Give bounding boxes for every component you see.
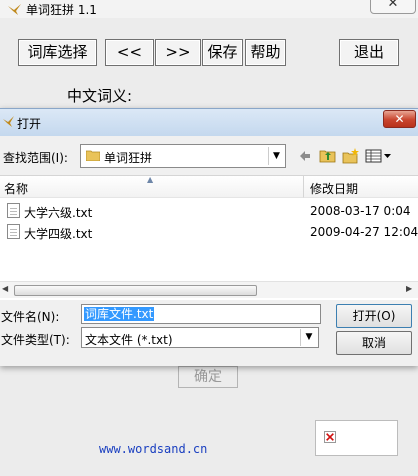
file-type-dropdown[interactable]: 文本文件 (*.txt) ▼	[81, 327, 319, 348]
scroll-right-icon[interactable]: ▶	[406, 284, 412, 293]
dialog-title-text: 打开	[17, 117, 42, 131]
column-name-label: 名称	[4, 182, 29, 196]
look-in-value: 单词狂拼	[104, 151, 153, 165]
chinese-meaning-label: 中文词义:	[67, 87, 133, 105]
save-button[interactable]: 保存	[202, 39, 243, 66]
file-name: 大学六级.txt	[24, 206, 93, 220]
look-in-label: 查找范围(I):	[3, 151, 68, 165]
scrollbar-thumb[interactable]	[14, 285, 257, 296]
broken-image-icon	[324, 431, 336, 443]
dialog-close-button[interactable]: ✕	[383, 110, 416, 128]
cancel-button[interactable]: 取消	[336, 331, 412, 355]
dialog-app-icon	[3, 116, 14, 127]
open-file-dialog: 打开 ✕ 查找范围(I): 单词狂拼 ▼ 名称 ▲ 修改日期 大学六级.txt …	[0, 108, 418, 366]
previous-button[interactable]: <<	[105, 39, 154, 66]
next-button[interactable]: >>	[155, 39, 201, 66]
app-logo-icon	[8, 4, 21, 15]
sort-ascending-icon: ▲	[147, 175, 154, 184]
file-row[interactable]: 大学六级.txt 2008-03-17 0:04	[0, 201, 418, 221]
file-modified: 2009-04-27 12:04	[310, 225, 418, 239]
open-button[interactable]: 打开(O)	[336, 304, 412, 328]
exit-button[interactable]: 退出	[339, 39, 399, 66]
file-row[interactable]: 大学四级.txt 2009-04-27 12:04	[0, 222, 418, 242]
view-menu-icon[interactable]	[364, 146, 394, 166]
file-name: 大学四级.txt	[24, 227, 93, 241]
file-name-input[interactable]: 词库文件.txt	[81, 304, 321, 324]
column-modified-label: 修改日期	[310, 182, 359, 196]
file-type-value: 文本文件 (*.txt)	[85, 333, 173, 347]
main-close-button[interactable]: ✕	[370, 0, 416, 14]
image-placeholder	[315, 420, 398, 456]
chevron-down-icon[interactable]: ▼	[300, 329, 317, 346]
library-select-button[interactable]: 词库选择	[18, 39, 97, 66]
dialog-title-bar: 打开 ✕	[0, 109, 418, 136]
chevron-down-icon[interactable]: ▼	[268, 147, 284, 165]
text-file-icon	[7, 224, 20, 239]
main-title-bar: 单词狂拼 1.1	[0, 0, 418, 18]
file-name-label: 文件名(N):	[1, 310, 60, 324]
up-folder-icon[interactable]	[318, 146, 338, 166]
text-file-icon	[7, 203, 20, 218]
horizontal-scrollbar[interactable]: ◀ ▶	[0, 281, 418, 298]
folder-icon	[86, 150, 100, 161]
confirm-button[interactable]: 确定	[178, 366, 238, 388]
file-name-value: 词库文件.txt	[84, 307, 155, 321]
file-type-label: 文件类型(T):	[1, 333, 70, 347]
column-header-modified[interactable]: 修改日期	[304, 176, 418, 198]
help-button[interactable]: 帮助	[245, 39, 286, 66]
file-modified: 2008-03-17 0:04	[310, 204, 411, 218]
new-folder-icon[interactable]	[341, 146, 361, 166]
main-title-text: 单词狂拼 1.1	[26, 3, 97, 17]
scroll-left-icon[interactable]: ◀	[2, 284, 8, 293]
look-in-dropdown[interactable]: 单词狂拼 ▼	[80, 144, 286, 168]
column-header-name[interactable]: 名称 ▲	[0, 175, 304, 198]
website-link[interactable]: www.wordsand.cn	[99, 442, 207, 456]
back-icon[interactable]	[295, 146, 315, 166]
